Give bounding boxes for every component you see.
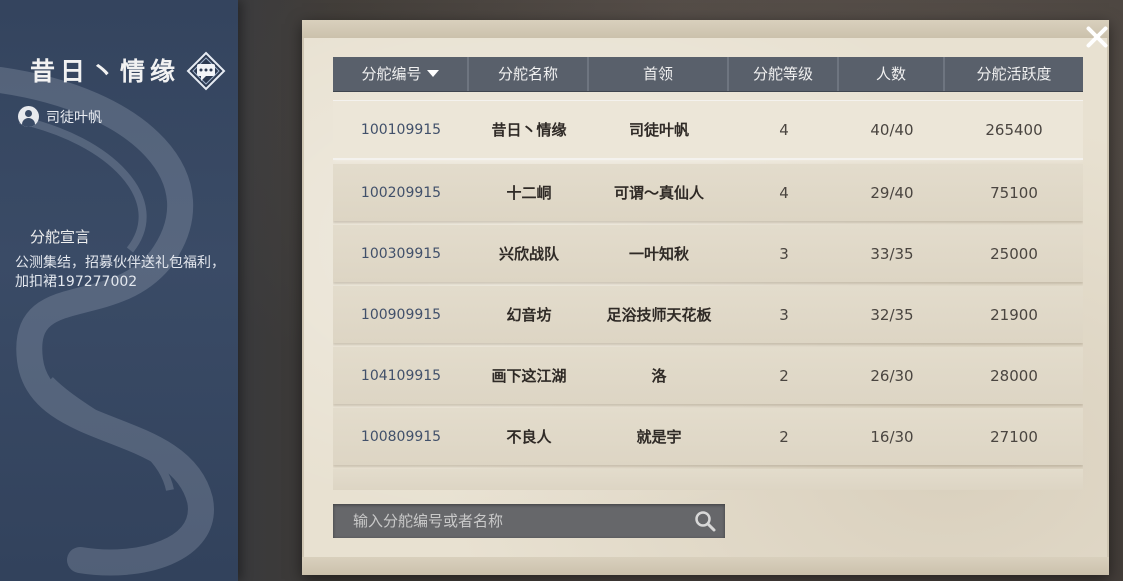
cell-id: 100209915 — [360, 184, 442, 201]
cell-activity: 21900 — [990, 305, 1038, 324]
guild-leader: 司徒叶帆 — [18, 106, 102, 127]
cell-name: 不良人 — [506, 428, 552, 446]
cell-id: 100909915 — [360, 306, 442, 323]
declaration-title: 分舵宣言 — [30, 228, 91, 246]
cell-leader: 洛 — [651, 367, 667, 385]
sort-down-icon — [426, 70, 439, 77]
cell-name: 兴欣战队 — [498, 245, 559, 263]
table-row[interactable]: 104109915 画下这江湖 洛 2 26/30 28000 — [333, 347, 1083, 404]
cell-members: 32/35 — [870, 305, 914, 324]
scroll-edge-top — [302, 20, 1109, 38]
column-header-activity[interactable]: 分舵活跃度 — [945, 57, 1083, 91]
table-row[interactable]: 100109915 昔日丶情缘 司徒叶帆 4 40/40 265400 — [333, 100, 1083, 160]
guild-name: 昔日丶情缘 — [30, 57, 181, 86]
declaration-text: 公测集结，招募伙伴送礼包福利，加扣裙197277002 — [15, 255, 225, 290]
table-row[interactable]: 100809915 不良人 就是宇 2 16/30 27100 — [333, 408, 1083, 465]
cell-activity: 28000 — [990, 366, 1038, 385]
table-row[interactable]: 100209915 十二峒 可谓～真仙人 4 29/40 75100 — [333, 164, 1083, 221]
table-row[interactable]: 100909915 幻音坊 足浴技师天花板 3 32/35 21900 — [333, 286, 1083, 343]
cell-id: 104109915 — [360, 367, 442, 384]
cell-level: 2 — [779, 427, 789, 446]
cell-name: 画下这江湖 — [491, 367, 567, 385]
close-icon[interactable] — [1084, 24, 1110, 50]
cell-members: 40/40 — [870, 120, 914, 139]
column-header-id[interactable]: 分舵编号 — [333, 57, 469, 91]
table-row-partial[interactable] — [333, 469, 1083, 490]
cell-id: 100109915 — [360, 121, 442, 138]
cell-members: 33/35 — [870, 244, 914, 263]
cell-name: 幻音坊 — [506, 306, 552, 324]
cell-level: 3 — [779, 305, 789, 324]
leader-name: 司徒叶帆 — [46, 109, 102, 126]
cell-level: 4 — [779, 183, 789, 202]
cell-level: 2 — [779, 366, 789, 385]
cell-leader: 可谓～真仙人 — [613, 184, 704, 202]
cell-leader: 足浴技师天花板 — [606, 306, 712, 324]
search-input[interactable] — [333, 504, 673, 538]
cell-activity: 75100 — [990, 183, 1038, 202]
cell-id: 100809915 — [360, 428, 442, 445]
column-header-level[interactable]: 分舵等级 — [729, 57, 839, 91]
table-header: 分舵编号 分舵名称 首领 分舵等级 人数 分舵活跃度 — [333, 57, 1083, 91]
cell-activity: 265400 — [985, 120, 1043, 139]
column-label: 分舵编号 — [361, 65, 422, 83]
cell-leader: 一叶知秋 — [628, 245, 689, 263]
table-row[interactable]: 100309915 兴欣战队 一叶知秋 3 33/35 25000 — [333, 225, 1083, 282]
search-box — [333, 504, 725, 538]
cell-activity: 25000 — [990, 244, 1038, 263]
cell-name: 昔日丶情缘 — [491, 121, 567, 139]
cell-level: 3 — [779, 244, 789, 263]
scroll-edge-bottom — [302, 557, 1109, 575]
guild-info-panel: 昔日丶情缘 司徒叶帆 分舵宣言 公测集结，招募伙伴送礼包福利，加扣裙197277… — [0, 0, 238, 581]
column-header-name[interactable]: 分舵名称 — [469, 57, 589, 91]
cell-members: 16/30 — [870, 427, 914, 446]
column-header-leader[interactable]: 首领 — [589, 57, 729, 91]
column-header-members[interactable]: 人数 — [839, 57, 945, 91]
search-icon[interactable] — [693, 509, 717, 533]
chat-icon[interactable] — [186, 51, 226, 91]
dragon-emblem — [0, 67, 214, 576]
cell-leader: 就是宇 — [636, 428, 682, 446]
cell-members: 29/40 — [870, 183, 914, 202]
cell-id: 100309915 — [360, 245, 442, 262]
cell-name: 十二峒 — [506, 184, 552, 202]
cell-members: 26/30 — [870, 366, 914, 385]
cell-activity: 27100 — [990, 427, 1038, 446]
user-avatar-icon — [18, 106, 39, 127]
cell-leader: 司徒叶帆 — [628, 121, 689, 139]
guild-table: 100109915 昔日丶情缘 司徒叶帆 4 40/40 265400 1002… — [333, 100, 1083, 490]
cell-level: 4 — [779, 120, 789, 139]
